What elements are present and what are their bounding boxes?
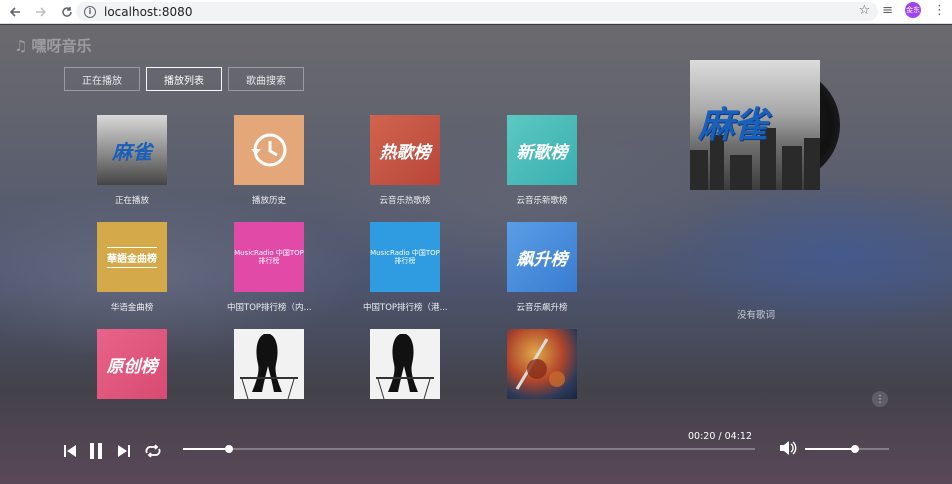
skip-previous-icon[interactable] <box>60 441 80 461</box>
playlist-card[interactable]: 飙升榜 云音乐飙升榜 <box>500 222 584 313</box>
lyrics-placeholder: 没有歌词 <box>736 310 775 321</box>
pause-icon[interactable] <box>86 441 106 461</box>
volume-slider[interactable] <box>805 445 889 453</box>
volume-fill <box>805 448 856 450</box>
address-bar[interactable]: i localhost:8080 <box>76 2 878 21</box>
playlist-title: 云音乐新歌榜 <box>516 196 568 206</box>
playlist-card[interactable]: MusicRadio 中国TOP排行榜 中国TOP排行榜（内... <box>227 222 312 313</box>
tab-search[interactable]: 歌曲搜索 <box>228 67 304 91</box>
time-display: 00:20 / 04:12 <box>688 431 752 442</box>
playlist-cover: 原创榜 <box>97 329 167 399</box>
menu-icon[interactable]: ⋮ <box>933 3 946 18</box>
playlist-card[interactable]: 播放历史 <box>227 115 311 206</box>
progress-handle[interactable] <box>224 445 233 453</box>
playlist-cover: 新歌榜 <box>507 115 577 185</box>
info-icon[interactable]: i <box>84 5 96 18</box>
tab-playlist[interactable]: 播放列表 <box>146 67 222 91</box>
playlist-cover: 麻雀 <box>97 115 167 185</box>
reload-icon[interactable] <box>56 1 78 23</box>
view-tabs: 正在播放 播放列表 歌曲搜索 <box>64 67 304 91</box>
star-icon[interactable]: ☆ <box>858 3 870 18</box>
logo-text: 嘿呀音乐 <box>31 37 92 55</box>
playlist-cover: 热歌榜 <box>370 115 440 185</box>
playlist-card[interactable]: 热歌榜 云音乐热歌榜 <box>363 115 447 206</box>
music-note-icon: ♫ <box>14 36 28 55</box>
playlist-cover: 飙升榜 <box>507 222 577 292</box>
playlist-card[interactable]: 麻雀 正在播放 <box>90 115 174 206</box>
browser-toolbar: i localhost:8080 ☆ ≡ 金东 ⋮ <box>0 0 952 24</box>
playlist-card[interactable] <box>363 329 447 399</box>
playlist-title: 云音乐飙升榜 <box>516 303 568 313</box>
playlist-title: 云音乐热歌榜 <box>379 196 431 206</box>
playlist-cover <box>370 329 440 399</box>
playlist-card[interactable]: 新歌榜 云音乐新歌榜 <box>500 115 584 206</box>
profile-avatar[interactable]: 金东 <box>905 2 921 18</box>
playlist-cover <box>234 115 304 185</box>
playlist-title: 华语金曲榜 <box>110 303 154 313</box>
playlist-title: 中国TOP排行榜（港... <box>363 303 448 313</box>
progress-fill <box>183 448 229 450</box>
album-title: 麻雀 <box>698 105 768 146</box>
playlist-title: 正在播放 <box>114 196 149 206</box>
playlist-cover: MusicRadio 中国TOP排行榜 <box>234 222 304 292</box>
forward-icon[interactable] <box>30 1 52 23</box>
playlist-card[interactable]: 原创榜 <box>90 329 174 399</box>
skip-next-icon[interactable] <box>114 441 134 461</box>
loop-icon[interactable] <box>143 441 163 461</box>
progress-slider[interactable] <box>183 445 755 453</box>
playlist-card[interactable]: 華語金曲榜 华语金曲榜 <box>90 222 174 313</box>
volume-icon[interactable] <box>779 440 797 460</box>
app-logo: ♫ 嘿呀音乐 <box>14 35 91 56</box>
more-vertical-icon[interactable]: ⋮ <box>872 391 888 407</box>
playlist-cover: 華語金曲榜 <box>97 222 167 292</box>
sketch-illustration <box>376 334 434 399</box>
back-icon[interactable] <box>4 1 26 23</box>
sketch-illustration <box>240 334 298 399</box>
url-text: localhost:8080 <box>104 4 193 19</box>
player-bar: 00:20 / 04:12 <box>0 425 952 484</box>
playlist-card[interactable] <box>227 329 311 399</box>
media-control-icon[interactable]: ≡ <box>882 3 893 18</box>
playlist-title: 播放历史 <box>251 196 286 206</box>
playlist-card[interactable] <box>500 329 584 399</box>
playlist-title: 中国TOP排行榜（内... <box>227 303 312 313</box>
volume-handle[interactable] <box>851 445 860 453</box>
album-cover: 麻雀 <box>690 60 820 190</box>
playlist-card[interactable]: MusicRadio 中国TOP排行榜 中国TOP排行榜（港... <box>363 222 448 313</box>
now-playing-album: 麻雀 <box>690 60 840 190</box>
painting-illustration <box>515 338 565 390</box>
music-app: ♫ 嘿呀音乐 正在播放 播放列表 歌曲搜索 麻雀 正在播放 播放历史 热歌榜 云… <box>0 25 952 484</box>
history-icon <box>251 133 287 167</box>
browser-right-tools: ☆ ≡ 金东 ⋮ <box>858 2 946 18</box>
playlist-cover <box>234 329 304 399</box>
tab-now-playing[interactable]: 正在播放 <box>64 67 140 91</box>
playlist-cover <box>507 329 577 399</box>
playlist-cover: MusicRadio 中国TOP排行榜 <box>370 222 440 292</box>
